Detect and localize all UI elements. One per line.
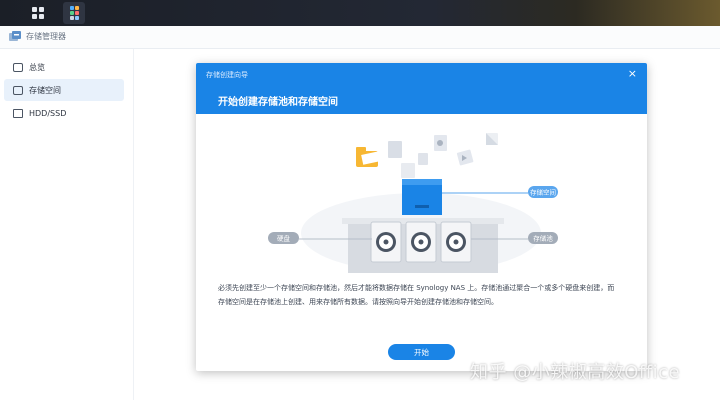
- folder-icon: [356, 147, 381, 167]
- dialog-header: 存储创建向导 × 开始创建存储池和存储空间: [196, 63, 647, 114]
- close-icon[interactable]: ×: [628, 67, 637, 80]
- description-line: 存储空间是在存储池上创建、用来存储所有数据。请按照向导开始创建存储池和存储空间。: [218, 298, 498, 306]
- sidebar-item-storage[interactable]: 存储空间: [4, 79, 124, 101]
- storage-wizard-dialog: 存储创建向导 × 开始创建存储池和存储空间 硬盘 存储空间 存储池 必须先创建至…: [196, 63, 647, 371]
- storage-manager-logo-icon: [9, 31, 21, 41]
- sidebar-item-label: HDD/SSD: [29, 108, 67, 118]
- grid-icon: [32, 7, 44, 19]
- hard-disk-icon: [370, 221, 472, 263]
- sidebar-item-label: 存储空间: [29, 85, 61, 95]
- app-header: 存储管理器: [0, 26, 720, 49]
- start-button[interactable]: 开始: [388, 344, 455, 360]
- sidebar: 总览 存储空间 HDD/SSD: [0, 49, 134, 400]
- app-title: 存储管理器: [26, 32, 66, 41]
- apps-icon: [69, 6, 79, 20]
- watermark: 知乎 @小辣椒高效Office: [470, 362, 681, 383]
- storage-illustration: 硬盘 存储空间 存储池: [268, 133, 558, 273]
- sidebar-item-overview[interactable]: 总览: [4, 56, 124, 78]
- dialog-heading: 开始创建存储池和存储空间: [218, 97, 338, 108]
- sidebar-item-label: 总览: [29, 62, 45, 72]
- main-menu-button[interactable]: [63, 2, 85, 24]
- storage-icon: [13, 85, 23, 95]
- dialog-description: 必须先创建至少一个存储空间和存储池，然后才能将数据存储在 Synology NA…: [218, 281, 628, 309]
- description-line: 必须先创建至少一个存储空间和存储池，然后才能将数据存储在 Synology NA…: [218, 284, 615, 292]
- overview-icon: [13, 62, 23, 72]
- taskbar: [0, 0, 720, 26]
- volume-label: 存储空间: [530, 188, 556, 197]
- disk-label: 硬盘: [277, 234, 291, 243]
- show-desktop-button[interactable]: [27, 2, 49, 24]
- sidebar-item-hdd-ssd[interactable]: HDD/SSD: [4, 102, 124, 124]
- dialog-window-title: 存储创建向导: [206, 71, 248, 79]
- document-icon: [388, 133, 498, 178]
- volume-block-icon: [402, 179, 442, 215]
- pool-label: 存储池: [533, 234, 553, 243]
- disk-icon: [13, 108, 23, 118]
